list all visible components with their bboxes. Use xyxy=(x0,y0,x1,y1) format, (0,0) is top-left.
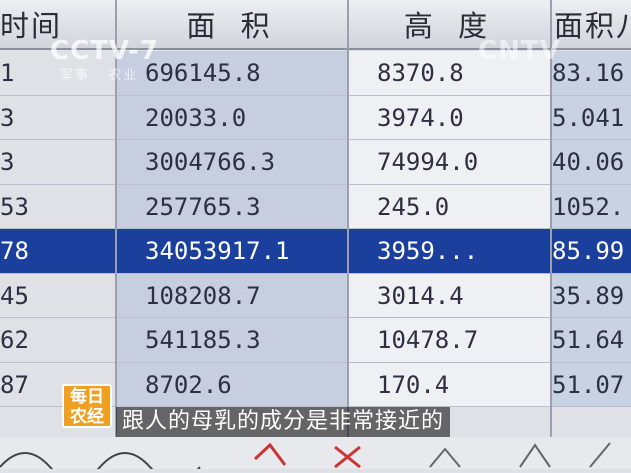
subtitle-caption: 跟人的母乳的成分是非常接近的 xyxy=(116,407,451,437)
table-cell-c0[interactable]: 62 xyxy=(0,318,115,362)
program-badge: 每日 农经 xyxy=(62,384,112,428)
table-cell-c2[interactable]: 74994.0 xyxy=(349,140,550,184)
bottom-strip xyxy=(0,437,631,473)
table-row[interactable]: 78 34053917.1 3959... 85.99 xyxy=(0,229,631,273)
table-cell-c2[interactable]: 10478.7 xyxy=(349,318,550,362)
table-cell-c0[interactable]: 3 xyxy=(0,96,115,140)
table-row[interactable]: 45 108208.7 3014.4 35.89 xyxy=(0,273,631,318)
table-cell-c2[interactable]: 245.0 xyxy=(349,184,550,229)
table-cell-c3[interactable]: 51.07 xyxy=(552,362,631,407)
table-cell-c1[interactable]: 257765.3 xyxy=(117,184,347,229)
column-divider xyxy=(550,0,552,469)
table-cell-c3[interactable]: 5.041 xyxy=(552,95,631,140)
table-cell-c2[interactable]: 3974.0 xyxy=(349,95,550,140)
badge-line-2: 农经 xyxy=(70,407,104,427)
table-cell-c1[interactable]: 8702.6 xyxy=(117,362,347,407)
table-cell-c2[interactable]: 3014.4 xyxy=(349,273,550,318)
table-cell-c1[interactable]: 108208.7 xyxy=(117,273,347,318)
table-row[interactable]: 62 541185.3 10478.7 51.64 xyxy=(0,318,631,362)
table-cell-c1[interactable]: 541185.3 xyxy=(117,318,347,362)
badge-line-1: 每日 xyxy=(70,387,104,407)
table-row[interactable]: 3 3004766.3 74994.0 40.06 xyxy=(0,140,631,184)
table-cell-c3[interactable]: 40.06 xyxy=(552,140,631,184)
table-cell-c3[interactable]: 83.16 xyxy=(552,51,631,95)
table-cell-c0[interactable]: 53 xyxy=(0,185,115,229)
table-cell-c1[interactable]: 3004766.3 xyxy=(117,140,347,184)
cctv-logo-sub: 军事 · 农业 xyxy=(60,68,139,83)
table-cell-c1[interactable]: 34053917.1 xyxy=(117,229,347,273)
column-divider xyxy=(347,0,349,469)
table-cell-c1[interactable]: 20033.0 xyxy=(117,95,347,140)
table-cell-c3[interactable]: 35.89 xyxy=(552,273,631,318)
table-cell-c2[interactable]: 170.4 xyxy=(349,362,550,407)
table-cell-c3[interactable]: 51.64 xyxy=(552,318,631,362)
table-cell-c0[interactable]: 3 xyxy=(0,140,115,184)
table-row[interactable]: 53 257765.3 245.0 1052. xyxy=(0,184,631,229)
header-area-ratio[interactable]: 面积八 xyxy=(552,0,631,50)
wave-decoration-icon xyxy=(0,442,611,473)
table-cell-c3[interactable]: 85.99 xyxy=(552,229,631,273)
cctv-logo: CCTV-7 xyxy=(50,36,160,66)
cntv-logo: CNTV xyxy=(478,36,561,66)
table-cell-c3[interactable]: 1052. xyxy=(552,184,631,229)
table-cell-c2[interactable]: 3959... xyxy=(349,229,550,273)
table-row[interactable]: 3 20033.0 3974.0 5.041 xyxy=(0,95,631,140)
table-cell-c0[interactable]: 78 xyxy=(0,229,115,273)
table-cell-c0[interactable]: 45 xyxy=(0,274,115,318)
